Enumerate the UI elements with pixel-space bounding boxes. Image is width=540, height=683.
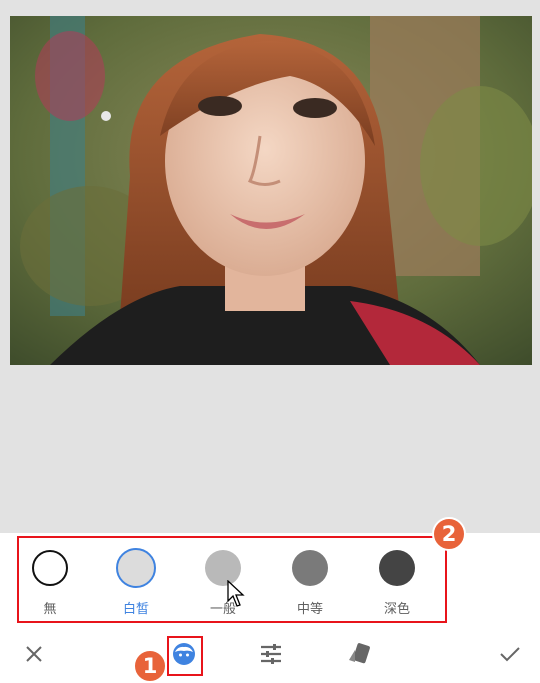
- annotation-badge-1: 1: [133, 649, 167, 683]
- skin-tone-label: 無: [43, 602, 57, 617]
- mouse-pointer-icon: [227, 579, 247, 612]
- skin-tone-fair[interactable]: 白皙: [108, 548, 164, 620]
- skin-tone-label: 深色: [383, 602, 410, 617]
- tune-sliders-icon[interactable]: [255, 638, 287, 670]
- portrait-photo: [10, 16, 532, 365]
- close-icon[interactable]: [18, 638, 50, 670]
- annotation-badge-2: 2: [432, 517, 466, 551]
- photo-canvas: [0, 0, 540, 533]
- skin-tone-none[interactable]: 無: [22, 550, 78, 620]
- skin-tone-label: 中等: [296, 602, 323, 617]
- bottom-toolbar: [0, 626, 540, 683]
- skin-tone-swatch: [116, 548, 156, 588]
- skin-tone-swatch: [292, 550, 328, 586]
- skin-tone-medium[interactable]: 中等: [282, 550, 338, 620]
- skin-tone-label: 白皙: [122, 602, 149, 617]
- active-tool-highlight: [167, 636, 203, 676]
- skin-tone-panel: 無 白皙 一般 中等 深色 2 1: [0, 517, 540, 683]
- skin-tone-swatch: [32, 550, 68, 586]
- styles-icon[interactable]: [343, 638, 375, 670]
- skin-tone-swatch: [379, 550, 415, 586]
- skin-tone-dark[interactable]: 深色: [369, 550, 425, 620]
- check-icon[interactable]: [494, 638, 526, 670]
